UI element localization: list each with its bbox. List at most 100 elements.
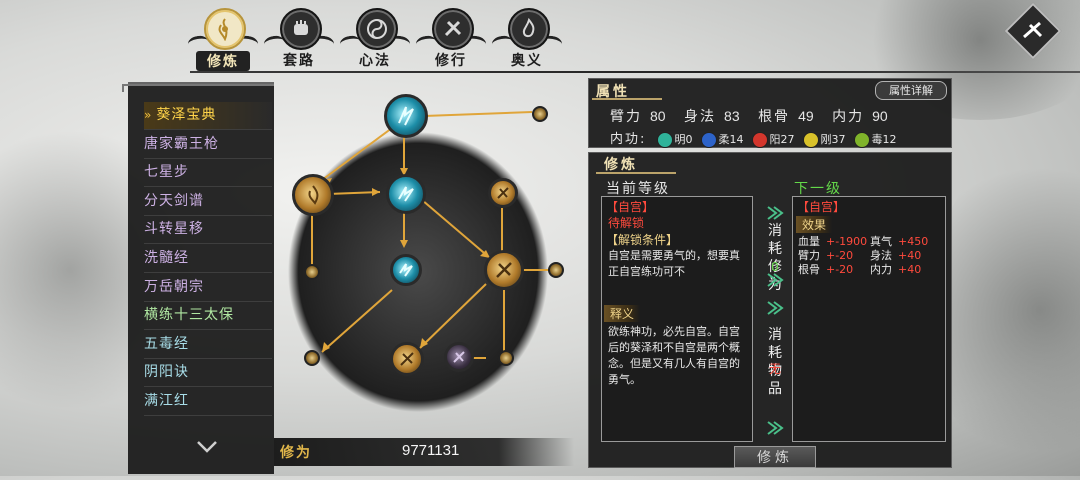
skill-list-item[interactable]: 阴阳诀 — [144, 359, 272, 388]
title-underline — [592, 98, 662, 100]
skill-list-item[interactable]: 斗转星移 — [144, 216, 272, 245]
neigong-value: 12 — [882, 133, 897, 146]
neigong-items: 明0 柔14 阳27 刚37 毒12 — [656, 131, 905, 148]
stat-value: 83 — [724, 108, 740, 124]
current-level-name: 【自宫】 — [606, 200, 655, 214]
neigong-orb-icon — [751, 132, 768, 148]
skill-node-minor[interactable] — [304, 264, 320, 280]
arrow-right-icon — [767, 421, 784, 435]
tab-xiuxing[interactable]: 修行 — [415, 6, 487, 69]
skill-label: 万岳朝宗 — [144, 278, 204, 295]
tab-aoyi[interactable]: 奥义 — [491, 6, 563, 69]
selected-arrow-icon: » — [144, 108, 153, 122]
stat-value: 49 — [798, 108, 814, 124]
tab-xiulian[interactable]: 修炼 — [187, 6, 259, 71]
close-icon — [1023, 21, 1043, 39]
stat-value: 80 — [650, 108, 666, 124]
neigong-orb-icon — [656, 132, 673, 148]
stat-name: 内力 — [832, 109, 865, 125]
tab-label: 心法 — [359, 53, 391, 69]
tab-label: 套路 — [283, 53, 315, 69]
skill-node-minor[interactable] — [498, 350, 514, 366]
cultivation-title: 修炼 — [604, 157, 638, 173]
skill-node-gold[interactable] — [488, 178, 518, 208]
neigong-value: 27 — [780, 133, 795, 146]
skill-list-item[interactable]: 分天剑谱 — [144, 188, 272, 216]
skill-label: 葵泽宝典 — [156, 107, 217, 123]
cultivation-value: 9771131 — [402, 442, 460, 459]
skill-list-item[interactable]: 七星步 — [144, 159, 272, 188]
skill-label: 横练十三太保 — [144, 307, 234, 324]
stat-name: 根骨 — [758, 109, 791, 125]
tab-bar: 修炼 套路 心法 修行 奥义 — [187, 6, 563, 71]
tab-taolu[interactable]: 套路 — [263, 6, 335, 69]
cost-item-value: 无 — [768, 362, 781, 376]
skill-list-item[interactable]: 洗髓经 — [144, 245, 272, 273]
unlock-condition-label: 【解锁条件】 — [606, 233, 679, 247]
skill-list-item[interactable]: 唐家霸王枪 — [144, 131, 272, 159]
neigong-value: 0 — [685, 133, 693, 146]
skill-label: 阴阳诀 — [144, 364, 189, 381]
skill-node-gold[interactable] — [484, 250, 524, 290]
neigong-orb-icon — [700, 132, 717, 148]
skill-node-gold[interactable] — [390, 342, 424, 376]
arrow-right-icon — [767, 206, 784, 220]
meaning-tag: 释义 — [604, 305, 641, 322]
lock-status: 待解锁 — [608, 216, 645, 230]
fist-emblem-icon — [280, 8, 322, 50]
effect-name: 根骨 — [798, 263, 820, 276]
neigong-item: 毒12 — [853, 131, 897, 148]
skill-node-minor[interactable] — [304, 350, 320, 366]
neigong-item: 柔14 — [700, 131, 744, 148]
skill-node-locked[interactable] — [444, 342, 474, 372]
current-level-heading: 当前等级 — [606, 181, 670, 197]
neigong-orb-icon — [802, 132, 819, 148]
skill-list-item[interactable]: 横练十三太保 — [144, 302, 272, 331]
skill-label: 七星步 — [144, 164, 189, 181]
skill-label: 洗髓经 — [144, 250, 189, 266]
skill-node-root[interactable] — [384, 94, 428, 138]
skill-label: 分天剑谱 — [144, 192, 204, 209]
skill-node-blue[interactable] — [386, 174, 426, 214]
skill-node-gold[interactable] — [292, 174, 334, 216]
header-divider — [190, 71, 1080, 73]
skill-node-blue[interactable] — [390, 254, 422, 286]
skill-label: 斗转星移 — [144, 221, 204, 238]
neigong-name: 阳 — [769, 133, 781, 146]
skill-list-item[interactable]: » 葵泽宝典 — [144, 102, 272, 130]
title-underline — [596, 172, 676, 174]
skill-label: 唐家霸王枪 — [144, 135, 219, 152]
skill-list-item[interactable]: 万岳朝宗 — [144, 274, 272, 302]
skill-list-item[interactable]: 五毒经 — [144, 331, 272, 359]
effect-name: 内力 — [870, 263, 892, 276]
flame-emblem-icon — [508, 8, 550, 50]
list-corner-decoration — [122, 84, 274, 92]
neigong-orb-icon — [853, 132, 870, 148]
chevron-down-icon[interactable] — [196, 440, 218, 454]
attribute-detail-button[interactable]: 属性详解 — [875, 81, 947, 100]
ink-background — [288, 111, 550, 412]
yinyang-emblem-icon — [356, 8, 398, 50]
neigong-name: 毒 — [871, 133, 883, 146]
cultivate-button[interactable]: 修炼 — [734, 446, 816, 468]
neigong-item: 明0 — [656, 131, 693, 148]
effect-tag: 效果 — [796, 216, 833, 233]
next-level-heading: 下一级 — [794, 181, 842, 197]
skill-node-minor[interactable] — [548, 262, 564, 278]
skill-list: » 葵泽宝典唐家霸王枪七星步分天剑谱斗转星移洗髓经万岳朝宗横练十三太保 五毒经阴阳诀… — [128, 102, 274, 422]
scroll-emblem-icon — [432, 8, 474, 50]
skill-tree — [276, 82, 584, 438]
skill-label: 五毒经 — [144, 335, 189, 352]
neigong-row: 内功: 明0 柔14 阳27 刚37 毒12 — [610, 128, 905, 148]
meaning-text: 欲练神功，必先自宫。自宫后的葵泽和不自宫是两个概念。但是又有几人有自宫的勇气。 — [608, 325, 740, 386]
neigong-value: 37 — [831, 133, 846, 146]
tab-xinfa[interactable]: 心法 — [339, 6, 411, 69]
stat-name: 身法 — [684, 109, 717, 125]
stat-value: 90 — [872, 108, 888, 124]
skill-list-item[interactable]: 满江红 — [144, 388, 272, 416]
skill-label: 满江红 — [144, 393, 189, 409]
skill-node-minor[interactable] — [532, 106, 548, 122]
tab-label: 修行 — [435, 53, 467, 69]
arrow-right-icon — [767, 301, 784, 315]
neigong-label: 内功: — [610, 132, 647, 147]
